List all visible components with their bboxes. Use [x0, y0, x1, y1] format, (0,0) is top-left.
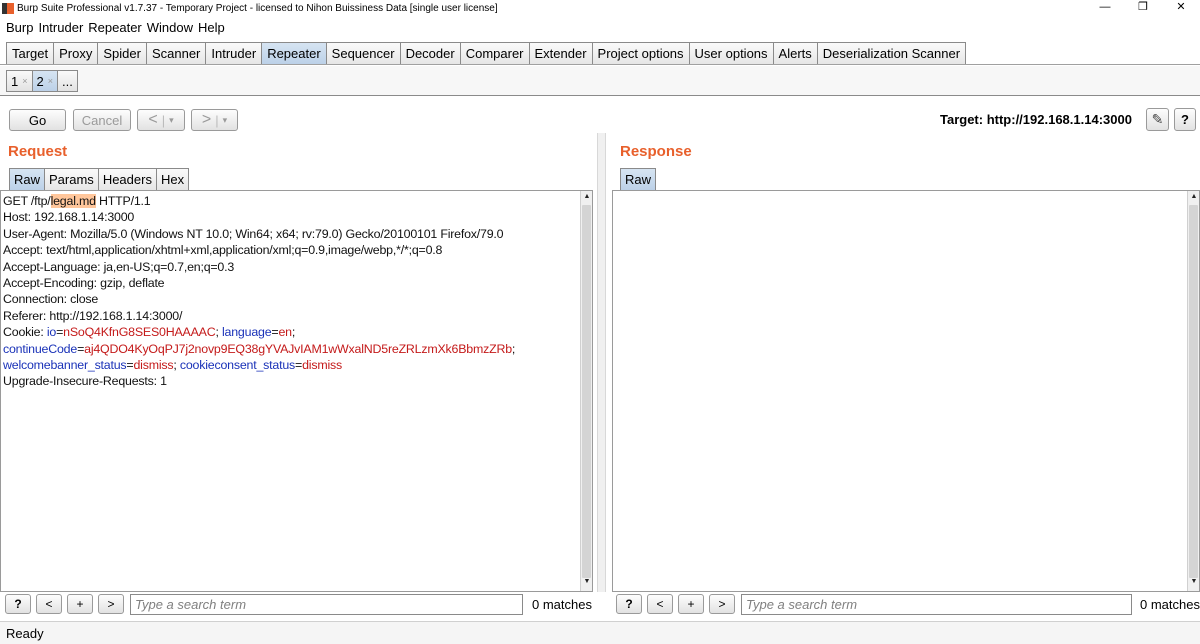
edit-target-button[interactable]: ✎ — [1146, 108, 1169, 131]
accept-language-header: Accept-Language: ja,en-US;q=0.7,en;q=0.3 — [3, 259, 235, 274]
repeater-tabs: 1 × 2 × ... — [0, 66, 1200, 96]
scroll-up-icon[interactable]: ▲ — [581, 193, 592, 200]
title-bar: Burp Suite Professional v1.7.37 - Tempor… — [0, 0, 1200, 16]
menu-bar: Burp Intruder Repeater Window Help — [0, 17, 1200, 37]
request-tabs: Raw Params Headers Hex — [9, 168, 190, 190]
menu-window[interactable]: Window — [147, 20, 193, 35]
close-tab-icon[interactable]: × — [48, 76, 53, 86]
request-matches-count: 0 matches — [532, 597, 592, 612]
repeater-tab-label: 1 — [11, 73, 19, 89]
menu-intruder[interactable]: Intruder — [38, 20, 83, 35]
forward-arrow-icon: > — [201, 111, 212, 128]
connection-header: Connection: close — [3, 292, 99, 307]
burp-logo-icon — [2, 2, 14, 14]
repeater-tab-2[interactable]: 2 × — [31, 70, 58, 92]
close-button[interactable]: ✕ — [1162, 0, 1200, 16]
search-help-button[interactable]: ? — [5, 594, 31, 614]
repeater-tab-label: 2 — [36, 73, 44, 89]
maximize-button[interactable]: ❐ — [1124, 0, 1162, 16]
request-title: Request — [8, 143, 68, 160]
window-title: Burp Suite Professional v1.7.37 - Tempor… — [17, 2, 498, 14]
help-button[interactable]: ? — [1174, 108, 1196, 131]
tab-decoder[interactable]: Decoder — [399, 42, 461, 64]
tab-hex[interactable]: Hex — [155, 168, 190, 190]
response-search-input[interactable] — [741, 594, 1132, 615]
new-tab-button[interactable]: ... — [57, 70, 78, 92]
tab-headers[interactable]: Headers — [97, 168, 157, 190]
menu-help[interactable]: Help — [198, 20, 225, 35]
tab-extender[interactable]: Extender — [528, 42, 593, 64]
target-label: Target: http://192.168.1.14:3000 — [940, 112, 1132, 127]
accept-encoding-header: Accept-Encoding: gzip, deflate — [3, 276, 165, 291]
search-prev-button[interactable]: < — [647, 594, 673, 614]
scroll-up-icon[interactable]: ▲ — [1188, 193, 1199, 200]
pencil-icon: ✎ — [1151, 111, 1164, 127]
scroll-thumb[interactable] — [1189, 205, 1198, 578]
search-help-button[interactable]: ? — [616, 594, 642, 614]
tab-repeater[interactable]: Repeater — [261, 42, 327, 64]
menu-burp[interactable]: Burp — [6, 20, 33, 35]
tab-user-options[interactable]: User options — [688, 42, 774, 64]
request-line: GET /ftp/legal.md HTTP/1.1 — [3, 194, 151, 208]
scroll-down-icon[interactable]: ▼ — [581, 578, 592, 585]
response-editor[interactable]: ▲ ▼ — [612, 190, 1200, 592]
tab-raw[interactable]: Raw — [9, 168, 46, 190]
search-prev-button[interactable]: < — [36, 594, 62, 614]
response-tabs: Raw — [620, 168, 657, 190]
referer-header: Referer: http://192.168.1.14:3000/ — [3, 308, 183, 323]
scroll-down-icon[interactable]: ▼ — [1188, 578, 1199, 585]
tab-spider[interactable]: Spider — [97, 42, 147, 64]
cookie-continuation: welcomebanner_status=dismiss; cookiecons… — [3, 358, 342, 373]
cookie-continuation: continueCode=aj4QDO4KyOqPJ7j2novp9EQ38gY… — [3, 341, 516, 356]
chevron-down-icon: ▾ — [169, 114, 174, 125]
tab-intruder[interactable]: Intruder — [205, 42, 263, 64]
search-next-button[interactable]: > — [709, 594, 735, 614]
tab-params[interactable]: Params — [44, 168, 99, 190]
response-title: Response — [620, 143, 692, 160]
go-button[interactable]: Go — [9, 109, 66, 131]
user-agent-header: User-Agent: Mozilla/5.0 (Windows NT 10.0… — [3, 226, 504, 241]
tab-proxy[interactable]: Proxy — [53, 42, 99, 64]
tab-raw[interactable]: Raw — [620, 168, 657, 190]
scroll-thumb[interactable] — [582, 205, 591, 578]
search-add-button[interactable]: + — [67, 594, 93, 614]
host-header: Host: 192.168.1.14:3000 — [3, 210, 135, 225]
request-editor[interactable]: GET /ftp/legal.md HTTP/1.1 Host: 192.168… — [0, 190, 593, 592]
minimize-button[interactable]: — — [1086, 0, 1124, 16]
status-text: Ready — [6, 625, 44, 641]
tab-project-options[interactable]: Project options — [591, 42, 690, 64]
search-next-button[interactable]: > — [98, 594, 124, 614]
close-tab-icon[interactable]: × — [22, 76, 27, 86]
chevron-down-icon: ▾ — [222, 114, 228, 125]
tab-scanner[interactable]: Scanner — [145, 42, 207, 64]
request-scrollbar[interactable]: ▲ ▼ — [580, 191, 592, 591]
menu-repeater[interactable]: Repeater — [88, 20, 141, 35]
back-arrow-icon: < — [148, 111, 158, 128]
accept-header: Accept: text/html,application/xhtml+xml,… — [3, 243, 443, 258]
cancel-button[interactable]: Cancel — [73, 109, 131, 131]
response-scrollbar[interactable]: ▲ ▼ — [1187, 191, 1199, 591]
repeater-tab-1[interactable]: 1 × — [6, 70, 33, 92]
request-search-input[interactable] — [130, 594, 523, 615]
tab-sequencer[interactable]: Sequencer — [325, 42, 401, 64]
cookie-header: Cookie: io=nSoQ4KfnG8SES0HAAAAC; languag… — [3, 325, 296, 340]
search-add-button[interactable]: + — [678, 594, 704, 614]
status-bar: Ready — [0, 621, 1200, 644]
highlighted-path: legal.md — [50, 194, 96, 208]
tab-target[interactable]: Target — [6, 42, 55, 64]
tab-alerts[interactable]: Alerts — [772, 42, 818, 64]
tab-comparer[interactable]: Comparer — [459, 42, 530, 64]
forward-button[interactable]: > | ▾ — [191, 109, 238, 131]
back-button[interactable]: < | ▾ — [137, 109, 185, 131]
upgrade-insecure-header: Upgrade-Insecure-Requests: 1 — [3, 374, 167, 389]
response-matches-count: 0 matches — [1140, 597, 1200, 612]
panel-splitter[interactable] — [597, 133, 606, 592]
tab-deserialization-scanner[interactable]: Deserialization Scanner — [816, 42, 967, 64]
main-tabs: Target Proxy Spider Scanner Intruder Rep… — [0, 38, 1200, 65]
